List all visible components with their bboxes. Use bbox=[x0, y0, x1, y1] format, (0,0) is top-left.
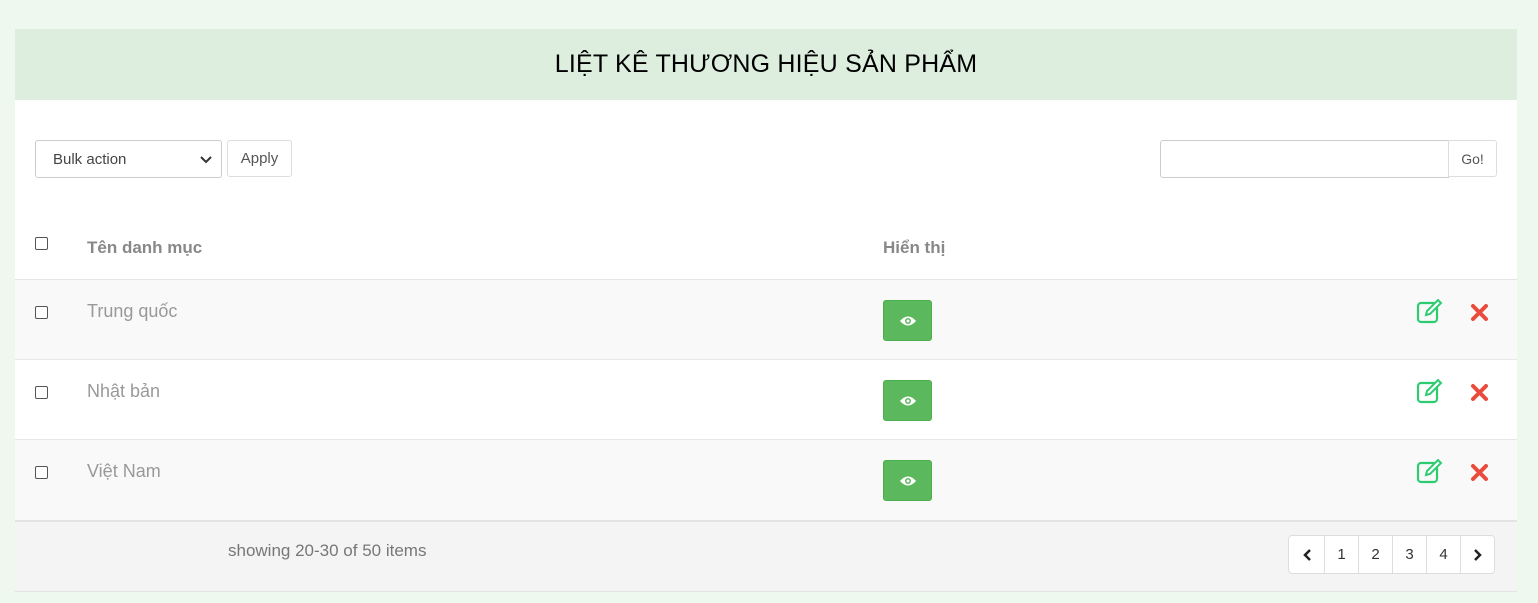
pagination: 1 2 3 4 bbox=[1288, 535, 1495, 574]
table-footer: showing 20-30 of 50 items 1 2 3 4 bbox=[15, 520, 1517, 592]
toolbar: Bulk action Apply Go! bbox=[15, 100, 1517, 210]
edit-icon[interactable] bbox=[1416, 458, 1444, 484]
bulk-action-selected: Bulk action bbox=[53, 150, 127, 168]
table-row: Nhật bản bbox=[15, 360, 1517, 440]
row-checkbox[interactable] bbox=[35, 466, 48, 479]
chevron-right-icon bbox=[1473, 548, 1482, 561]
page-button[interactable]: 4 bbox=[1426, 536, 1460, 573]
next-page-button[interactable] bbox=[1460, 536, 1494, 573]
delete-icon[interactable] bbox=[1470, 463, 1489, 482]
display-toggle-button[interactable] bbox=[883, 300, 932, 341]
display-toggle-button[interactable] bbox=[883, 380, 932, 421]
row-checkbox[interactable] bbox=[35, 306, 48, 319]
page-button[interactable]: 3 bbox=[1392, 536, 1426, 573]
delete-icon[interactable] bbox=[1470, 383, 1489, 402]
prev-page-button[interactable] bbox=[1289, 536, 1324, 573]
table-header: Tên danh mục Hiển thị bbox=[15, 210, 1517, 280]
bulk-action-select[interactable]: Bulk action bbox=[35, 140, 222, 178]
page-button[interactable]: 2 bbox=[1358, 536, 1392, 573]
apply-button[interactable]: Apply bbox=[227, 140, 292, 177]
brand-list-panel: LIỆT KÊ THƯƠNG HIỆU SẢN PHẨM Bulk action… bbox=[15, 29, 1517, 592]
select-all-checkbox[interactable] bbox=[35, 237, 48, 250]
search-input[interactable] bbox=[1160, 140, 1449, 178]
eye-icon bbox=[899, 316, 916, 325]
brand-name: Nhật bản bbox=[87, 381, 161, 401]
delete-icon[interactable] bbox=[1470, 303, 1489, 322]
brand-name: Trung quốc bbox=[87, 301, 178, 321]
column-header-name: Tên danh mục bbox=[87, 238, 203, 257]
brand-name: Việt Nam bbox=[87, 461, 161, 481]
go-button[interactable]: Go! bbox=[1448, 140, 1497, 177]
page-title: LIỆT KÊ THƯƠNG HIỆU SẢN PHẨM bbox=[15, 29, 1517, 100]
chevron-left-icon bbox=[1302, 548, 1311, 561]
showing-items-text: showing 20-30 of 50 items bbox=[228, 541, 427, 560]
chevron-down-icon bbox=[200, 156, 212, 164]
eye-icon bbox=[899, 396, 916, 405]
table-row: Trung quốc bbox=[15, 280, 1517, 360]
column-header-display: Hiển thị bbox=[883, 238, 946, 257]
page-button[interactable]: 1 bbox=[1324, 536, 1358, 573]
eye-icon bbox=[899, 476, 916, 485]
table-row: Việt Nam bbox=[15, 440, 1517, 520]
edit-icon[interactable] bbox=[1416, 298, 1444, 324]
row-checkbox[interactable] bbox=[35, 386, 48, 399]
edit-icon[interactable] bbox=[1416, 378, 1444, 404]
display-toggle-button[interactable] bbox=[883, 460, 932, 501]
